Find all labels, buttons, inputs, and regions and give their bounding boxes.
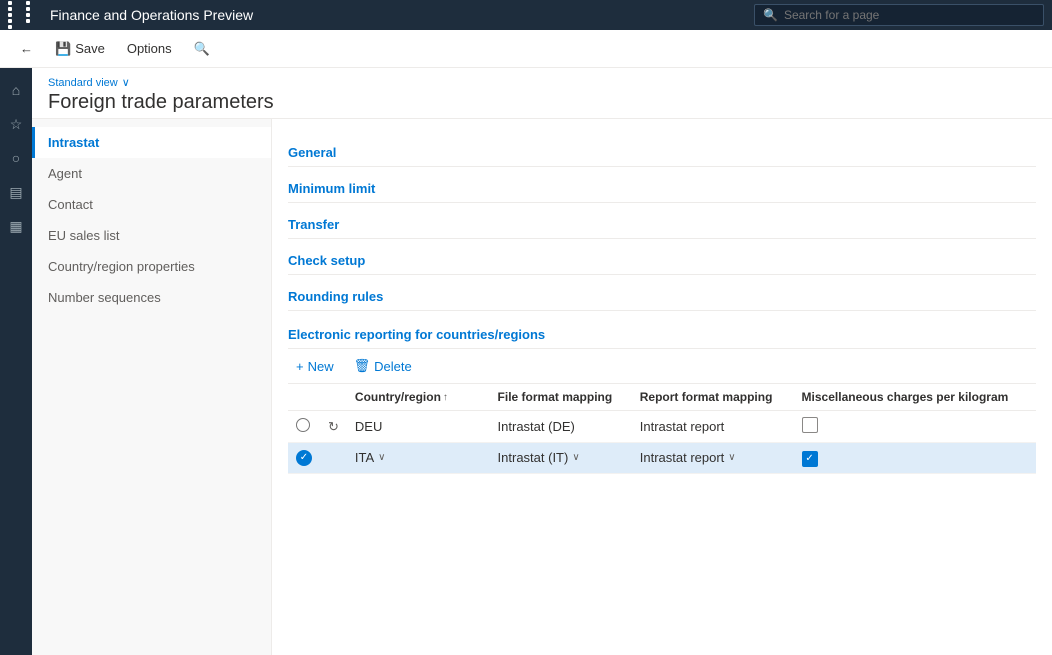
col-dropdown [466,384,490,411]
col-radio [288,384,320,411]
side-menu: Intrastat Agent Contact EU sales list Co… [32,119,272,655]
app-title: Finance and Operations Preview [50,7,746,23]
table-row[interactable]: ✓ ITA ∨ [288,443,1036,474]
er-toolbar: + New 🗑 Delete [288,349,1036,384]
row-country-dropdown[interactable] [466,411,490,443]
main-layout: ⌂ ☆ ○ ▤ ▦ Standard view ∨ Foreign trade … [0,68,1052,655]
row-misc-charges-cell[interactable]: ✓ [794,443,1036,474]
app-grid-icon[interactable] [8,1,42,29]
table-row[interactable]: ↻ DEU Intrastat (DE) Intras [288,411,1036,443]
row-refresh-cell: ↻ [320,411,347,443]
section-header-transfer[interactable]: Transfer [288,207,1036,239]
back-arrow-icon: ← [20,41,33,56]
standard-view-selector[interactable]: Standard view ∨ [48,76,1036,89]
row-report-format-cell: Intrastat report ∨ [632,443,794,474]
nav-favorites-icon[interactable]: ☆ [2,110,30,138]
delete-button[interactable]: 🗑 Delete [346,355,420,377]
row-refresh-cell [320,443,347,474]
row-file-format-cell: Intrastat (DE) [490,411,632,443]
section-header-rounding-rules[interactable]: Rounding rules [288,279,1036,311]
row-file-format-cell: Intrastat (IT) ∨ [490,443,632,474]
nav-recent-icon[interactable]: ○ [2,144,30,172]
page-toolbar: ← 💾 Save Options 🔍 [0,30,1052,68]
row-radio-cell[interactable] [288,411,320,443]
content-area: Intrastat Agent Contact EU sales list Co… [32,119,1052,655]
search-icon: 🔍 [763,8,778,22]
section-header-minimum-limit[interactable]: Minimum limit [288,171,1036,203]
col-country[interactable]: Country/region ↑ [347,384,466,411]
save-icon: 💾 [55,41,71,57]
chevron-down-icon: ∨ [122,76,130,89]
back-button[interactable]: ← [12,37,41,60]
section-header-check-setup[interactable]: Check setup [288,243,1036,275]
toolbar-search-icon: 🔍 [194,41,210,57]
row-country-dropdown [466,443,490,474]
options-button[interactable]: Options [119,37,180,60]
side-menu-item-eu-sales[interactable]: EU sales list [32,220,271,251]
misc-charges-checkbox[interactable] [802,417,818,433]
row-country-cell: DEU [347,411,466,443]
page-title: Foreign trade parameters [48,91,1036,114]
selected-row-indicator: ✓ [296,450,312,466]
col-file-format: File format mapping [490,384,632,411]
plus-icon: + [296,359,304,374]
trash-icon: 🗑 [354,358,371,374]
row-report-format-cell: Intrastat report [632,411,794,443]
nav-home-icon[interactable]: ⌂ [2,76,30,104]
nav-modules-icon[interactable]: ▦ [2,212,30,240]
row-indicator-cell: ✓ [288,443,320,474]
toolbar-search-button[interactable]: 🔍 [186,37,218,61]
er-table: Country/region ↑ File format mapping Rep [288,384,1036,474]
refresh-icon: ↻ [328,419,339,434]
col-misc-charges: Miscellaneous charges per kilogram [794,384,1036,411]
row-country-cell: ITA ∨ [347,443,466,474]
page-header: Standard view ∨ Foreign trade parameters [32,68,1052,119]
electronic-reporting-section: Electronic reporting for countries/regio… [288,319,1036,474]
new-button[interactable]: + New [288,356,342,377]
section-header-general[interactable]: General [288,135,1036,167]
row-misc-charges-cell[interactable] [794,411,1036,443]
country-dropdown-arrow[interactable]: ∨ [378,452,385,463]
report-format-dropdown-arrow[interactable]: ∨ [728,452,735,463]
col-refresh [320,384,347,411]
col-report-format: Report format mapping [632,384,794,411]
side-menu-item-number-sequences[interactable]: Number sequences [32,282,271,313]
nav-workspaces-icon[interactable]: ▤ [2,178,30,206]
er-section-header: Electronic reporting for countries/regio… [288,319,1036,349]
side-menu-item-agent[interactable]: Agent [32,158,271,189]
top-bar: Finance and Operations Preview 🔍 [0,0,1052,30]
form-content: General Minimum limit Transfer Check set… [272,119,1052,655]
side-menu-item-country-region[interactable]: Country/region properties [32,251,271,282]
side-menu-item-intrastat[interactable]: Intrastat [32,127,271,158]
file-format-dropdown-arrow[interactable]: ∨ [572,452,579,463]
save-button[interactable]: 💾 Save [47,37,113,61]
page-content: Standard view ∨ Foreign trade parameters… [32,68,1052,655]
left-nav: ⌂ ☆ ○ ▤ ▦ [0,68,32,655]
sort-icon: ↑ [443,392,448,403]
page-search-input[interactable] [784,8,1035,22]
misc-charges-checkbox-checked[interactable]: ✓ [802,451,818,467]
side-menu-item-contact[interactable]: Contact [32,189,271,220]
page-search-box[interactable]: 🔍 [754,4,1044,26]
